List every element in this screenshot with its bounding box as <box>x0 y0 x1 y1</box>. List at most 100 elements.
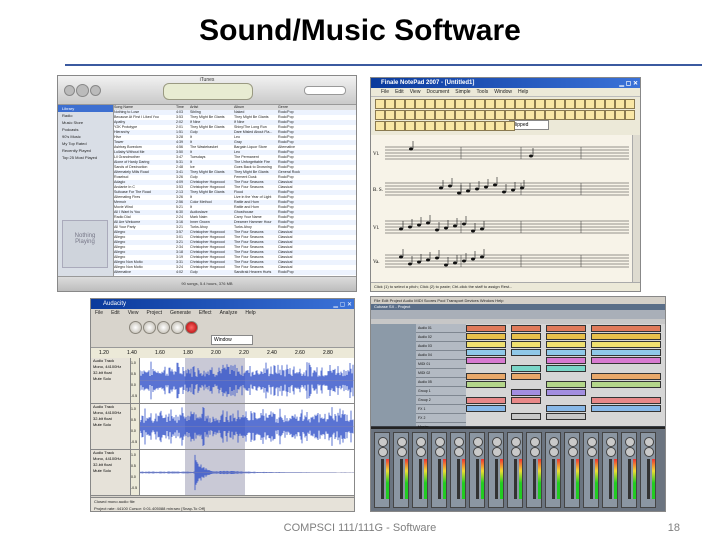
note[interactable] <box>453 224 457 228</box>
arrangement-part[interactable] <box>591 325 661 332</box>
note[interactable] <box>466 189 470 193</box>
tool-button[interactable] <box>425 121 435 131</box>
source-item-podcasts[interactable]: Podcasts <box>58 126 113 133</box>
volume-fader[interactable] <box>571 459 574 499</box>
tool-button[interactable] <box>395 121 405 131</box>
tool-button[interactable] <box>465 121 475 131</box>
note[interactable] <box>520 186 524 190</box>
pan-knob-icon[interactable] <box>378 437 388 447</box>
tool-button[interactable] <box>435 121 445 131</box>
tool-button[interactable] <box>505 110 515 120</box>
mixer-channel-strip[interactable] <box>602 432 618 508</box>
cubase-track[interactable]: Audio 05 <box>416 378 466 387</box>
pan-knob-icon[interactable] <box>454 447 464 457</box>
arrangement-part[interactable] <box>466 325 506 332</box>
tool-button[interactable] <box>385 110 395 120</box>
tool-button[interactable] <box>485 99 495 109</box>
arrangement-area[interactable] <box>466 324 665 426</box>
tool-button[interactable] <box>445 110 455 120</box>
arrangement-part[interactable] <box>546 333 586 340</box>
pan-knob-icon[interactable] <box>397 437 407 447</box>
mixer-channel-strip[interactable] <box>488 432 504 508</box>
track-info[interactable]: Audio Track Mono, 44100Hz 32-bit float Mute… <box>91 404 131 449</box>
mixer-channel-strip[interactable] <box>526 432 542 508</box>
volume-fader[interactable] <box>609 459 612 499</box>
tool-button[interactable] <box>615 110 625 120</box>
cubase-track[interactable]: FX 2 <box>416 414 466 423</box>
audacity-menu-file[interactable]: File <box>95 310 103 316</box>
volume-fader[interactable] <box>419 459 422 499</box>
tool-button[interactable] <box>605 99 615 109</box>
play-button[interactable] <box>76 84 89 97</box>
tool-button[interactable] <box>455 99 465 109</box>
note[interactable] <box>417 223 421 227</box>
cubase-track[interactable]: MIDI 02 <box>416 369 466 378</box>
finale-menu-help[interactable]: Help <box>518 89 528 95</box>
tool-button[interactable] <box>425 110 435 120</box>
volume-fader[interactable] <box>495 459 498 499</box>
arrangement-part[interactable] <box>591 349 661 356</box>
tool-button[interactable] <box>575 110 585 120</box>
tool-button[interactable] <box>555 110 565 120</box>
pan-knob-icon[interactable] <box>549 437 559 447</box>
audacity-menu-generate[interactable]: Generate <box>170 310 191 316</box>
tool-button[interactable] <box>445 99 455 109</box>
finale-menu-edit[interactable]: Edit <box>395 89 404 95</box>
arrangement-part[interactable] <box>546 341 586 348</box>
tool-button[interactable] <box>505 121 515 131</box>
selection-tool-select[interactable]: Window <box>211 335 253 345</box>
arrangement-part[interactable] <box>591 333 661 340</box>
note[interactable] <box>480 255 484 259</box>
arrangement-part[interactable] <box>591 381 661 388</box>
pan-knob-icon[interactable] <box>492 447 502 457</box>
note[interactable] <box>426 221 430 225</box>
finale-menu-document[interactable]: Document <box>426 89 449 95</box>
tool-button[interactable] <box>405 99 415 109</box>
skip-start-button[interactable] <box>129 321 142 334</box>
mixer-channel-strip[interactable] <box>412 432 428 508</box>
note[interactable] <box>502 190 506 194</box>
tool-button[interactable] <box>585 99 595 109</box>
arrangement-part[interactable] <box>466 349 506 356</box>
cubase-track[interactable]: FX 1 <box>416 405 466 414</box>
pan-knob-icon[interactable] <box>644 437 654 447</box>
pan-knob-icon[interactable] <box>416 437 426 447</box>
arrangement-part[interactable] <box>511 341 541 348</box>
tool-button[interactable] <box>415 99 425 109</box>
tool-button[interactable] <box>445 121 455 131</box>
cubase-track[interactable]: Group 2 <box>416 396 466 405</box>
tool-button[interactable] <box>475 99 485 109</box>
pan-knob-icon[interactable] <box>568 447 578 457</box>
tool-button[interactable] <box>535 110 545 120</box>
pan-knob-icon[interactable] <box>587 447 597 457</box>
pan-knob-icon[interactable] <box>530 447 540 457</box>
tool-button[interactable] <box>615 99 625 109</box>
volume-fader[interactable] <box>552 459 555 499</box>
cubase-track[interactable]: Audio 02 <box>416 333 466 342</box>
cubase-menu-audio[interactable]: Audio <box>403 298 414 303</box>
note[interactable] <box>484 185 488 189</box>
cubase-menu-project[interactable]: Project <box>390 298 403 303</box>
tool-button[interactable] <box>515 110 525 120</box>
tool-button[interactable] <box>415 110 425 120</box>
next-button[interactable] <box>90 85 101 96</box>
note[interactable] <box>444 226 448 230</box>
arrangement-part[interactable] <box>546 413 586 420</box>
mixer-channel-strip[interactable] <box>431 432 447 508</box>
pan-knob-icon[interactable] <box>549 447 559 457</box>
note[interactable] <box>399 255 403 259</box>
arrangement-part[interactable] <box>546 405 586 412</box>
tool-button[interactable] <box>605 110 615 120</box>
tool-button[interactable] <box>475 121 485 131</box>
mixer-channel-strip[interactable] <box>564 432 580 508</box>
note[interactable] <box>529 154 533 158</box>
audacity-menu-analyze[interactable]: Analyze <box>220 310 238 316</box>
note[interactable] <box>462 222 466 226</box>
finale-menu-window[interactable]: Window <box>494 89 512 95</box>
note[interactable] <box>471 229 475 233</box>
volume-fader[interactable] <box>590 459 593 499</box>
tool-button[interactable] <box>485 110 495 120</box>
cubase-menu-edit[interactable]: Edit <box>382 298 390 303</box>
mixer-channel-strip[interactable] <box>469 432 485 508</box>
pan-knob-icon[interactable] <box>397 447 407 457</box>
